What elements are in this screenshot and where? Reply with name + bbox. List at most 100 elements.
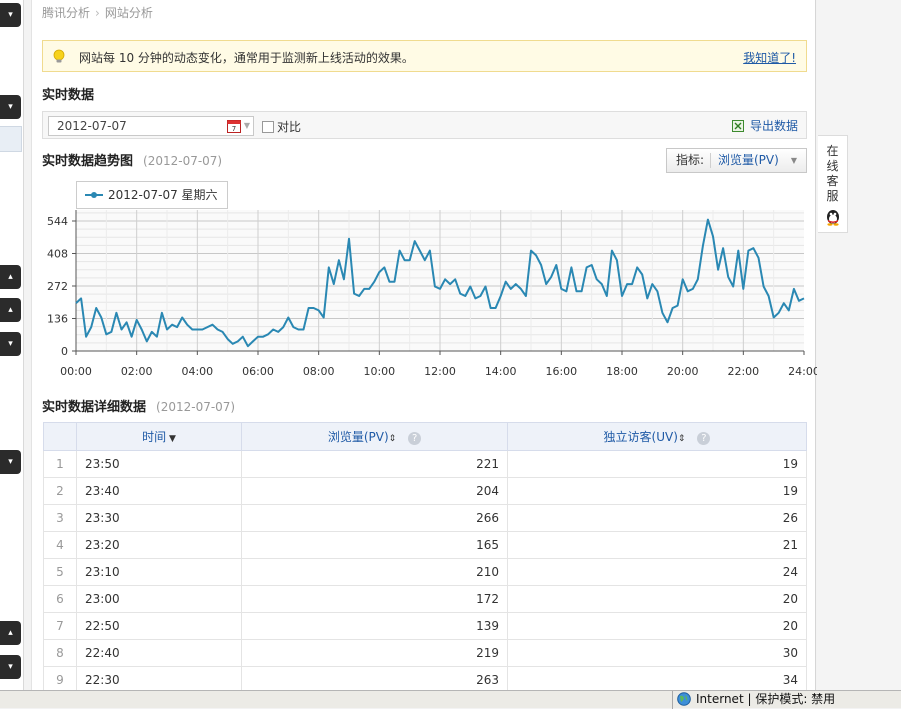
security-zone[interactable]: Internet | 保护模式: 禁用 — [672, 691, 835, 709]
row-pv: 204 — [241, 477, 508, 505]
x-tick-label: 00:00 — [60, 365, 92, 378]
row-time: 23:00 — [76, 585, 242, 613]
table-row: 1 23:50 221 19 — [43, 450, 807, 478]
collapse-icon[interactable]: ▾ — [0, 3, 21, 27]
lightbulb-icon — [53, 49, 65, 63]
trend-title-text: 实时数据趋势图 — [42, 154, 134, 169]
row-time: 22:40 — [76, 639, 242, 667]
online-service-tab[interactable]: 在线客服 — [818, 135, 848, 233]
acknowledge-link[interactable]: 我知道了! — [743, 49, 796, 66]
time-header-label: 时间 — [142, 430, 167, 444]
export-button[interactable]: 导出数据 — [731, 117, 798, 134]
table-row: 5 23:10 210 24 — [43, 558, 807, 586]
help-icon[interactable]: ? — [408, 432, 422, 445]
table-row: 3 23:30 266 26 — [43, 504, 807, 532]
collapse-icon[interactable]: ▾ — [0, 95, 21, 119]
expand-icon[interactable]: ▴ — [0, 298, 21, 322]
svg-text:7: 7 — [232, 125, 236, 133]
security-zone-text: Internet | 保护模式: 禁用 — [696, 692, 836, 706]
row-pv: 219 — [241, 639, 508, 667]
table-header-row: 时间 ▼ 浏览量(PV)⇕? 独立访客(UV)⇕? — [43, 422, 807, 451]
row-pv: 210 — [241, 558, 508, 586]
compare-checkbox[interactable]: 对比 — [262, 118, 301, 135]
service-label: 在线客服 — [826, 144, 839, 203]
pv-header[interactable]: 浏览量(PV)⇕? — [241, 422, 508, 451]
trend-chart: 0 136 272 408 544 00:00 02:00 04:00 06:00 08:00 10… — [47, 210, 817, 378]
metric-value: 浏览量(PV) — [718, 153, 779, 167]
help-icon[interactable]: ? — [697, 432, 711, 445]
tip-banner: 网站每 10 分钟的动态变化，通常用于监测新上线活动的效果。 我知道了! — [42, 40, 807, 72]
row-uv: 26 — [507, 504, 807, 532]
x-tick-label: 14:00 — [485, 365, 517, 378]
row-uv: 24 — [507, 558, 807, 586]
sort-desc-icon[interactable]: ▼ — [166, 434, 176, 444]
uv-header[interactable]: 独立访客(UV)⇕? — [507, 422, 807, 451]
legend-label: 2012-07-07 星期六 — [108, 188, 218, 202]
date-value: 2012-07-07 — [57, 119, 127, 133]
row-pv: 221 — [241, 450, 508, 478]
x-tick-label: 16:00 — [545, 365, 577, 378]
date-toolbar: 2012-07-07 7 ▼ 对比 导出数据 — [42, 111, 807, 139]
row-pv: 266 — [241, 504, 508, 532]
row-time: 23:20 — [76, 531, 242, 559]
collapse-icon[interactable]: ▾ — [0, 655, 21, 679]
x-tick-label: 22:00 — [727, 365, 759, 378]
export-label: 导出数据 — [749, 119, 798, 133]
y-tick-label: 136 — [47, 312, 68, 325]
calendar-icon[interactable]: 7 — [227, 119, 241, 133]
x-tick-label: 12:00 — [424, 365, 456, 378]
detail-date: (2012-07-07) — [156, 400, 236, 414]
chart-legend[interactable]: 2012-07-07 星期六 — [76, 181, 228, 209]
row-index: 1 — [43, 450, 77, 478]
row-pv: 139 — [241, 612, 508, 640]
left-rail: ▾ ▾ ▴ ▴ ▾ ▾ ▴ ▾ — [0, 0, 24, 690]
table-row: 4 23:20 165 21 — [43, 531, 807, 559]
globe-icon — [677, 692, 691, 706]
row-pv: 172 — [241, 585, 508, 613]
uv-header-label: 独立访客(UV) — [603, 430, 678, 444]
checkbox-box[interactable] — [262, 121, 274, 133]
expand-icon[interactable]: ▴ — [0, 265, 21, 289]
row-time: 23:40 — [76, 477, 242, 505]
breadcrumb: 腾讯分析 › 网站分析 — [42, 4, 153, 21]
sort-icon[interactable]: ⇕ — [389, 434, 397, 444]
table-row: 7 22:50 139 20 — [43, 612, 807, 640]
time-header[interactable]: 时间 ▼ — [76, 422, 242, 451]
table-row: 8 22:40 219 30 — [43, 639, 807, 667]
x-tick-label: 10:00 — [363, 365, 395, 378]
row-uv: 20 — [507, 612, 807, 640]
metric-dropdown[interactable]: 指标: 浏览量(PV) ▼ — [666, 148, 807, 173]
row-index: 8 — [43, 639, 77, 667]
collapse-icon[interactable]: ▾ — [0, 332, 21, 356]
x-tick-label: 02:00 — [121, 365, 153, 378]
detail-title: 实时数据详细数据 (2012-07-07) — [42, 396, 235, 415]
row-index: 7 — [43, 612, 77, 640]
row-uv: 21 — [507, 531, 807, 559]
row-time: 22:50 — [76, 612, 242, 640]
y-tick-label: 0 — [61, 345, 68, 358]
browser-status-bar: Internet | 保护模式: 禁用 — [0, 690, 901, 709]
breadcrumb-current: 网站分析 — [104, 6, 153, 20]
table-row: 2 23:40 204 19 — [43, 477, 807, 505]
row-index: 3 — [43, 504, 77, 532]
date-picker[interactable]: 2012-07-07 7 ▼ — [48, 116, 254, 136]
qq-penguin-icon — [826, 210, 839, 226]
collapse-icon[interactable]: ▾ — [0, 450, 21, 474]
row-uv: 30 — [507, 639, 807, 667]
chevron-down-icon[interactable]: ▼ — [244, 117, 250, 135]
breadcrumb-parent[interactable]: 腾讯分析 — [42, 6, 90, 20]
row-index: 4 — [43, 531, 77, 559]
sort-icon[interactable]: ⇕ — [678, 434, 686, 444]
main-panel: 腾讯分析 › 网站分析 网站每 10 分钟的动态变化，通常用于监测新上线活动的效果。… — [31, 0, 817, 694]
row-uv: 19 — [507, 450, 807, 478]
x-tick-label: 20:00 — [667, 365, 699, 378]
row-uv: 20 — [507, 585, 807, 613]
metric-divider — [710, 153, 711, 168]
pv-header-label: 浏览量(PV) — [327, 430, 389, 444]
x-tick-label: 24:00 — [788, 365, 817, 378]
excel-icon — [731, 120, 744, 132]
rail-selected-item[interactable] — [0, 126, 22, 152]
realtime-title: 实时数据 — [42, 88, 95, 103]
expand-icon[interactable]: ▴ — [0, 621, 21, 645]
tip-message: 网站每 10 分钟的动态变化，通常用于监测新上线活动的效果。 — [79, 51, 414, 65]
